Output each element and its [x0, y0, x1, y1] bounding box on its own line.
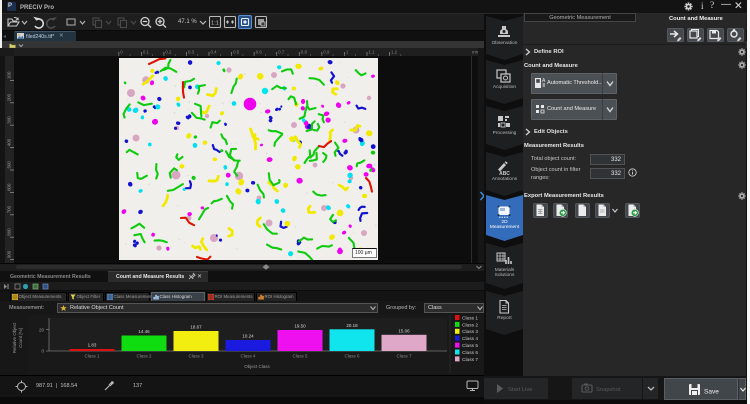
svg-text:900: 900 [7, 250, 12, 258]
svg-text:14.46: 14.46 [138, 329, 150, 334]
svg-text:100: 100 [7, 71, 12, 79]
svg-text:15.06: 15.06 [398, 328, 410, 333]
svg-text:Class 4: Class 4 [462, 336, 478, 342]
svg-text:A: A [542, 78, 546, 84]
svg-text:700: 700 [7, 205, 12, 213]
svg-text:Class 3: Class 3 [188, 354, 204, 359]
svg-text:Class 5: Class 5 [462, 343, 478, 349]
svg-text:Object Class: Object Class [244, 364, 270, 369]
svg-text:20.18: 20.18 [346, 323, 358, 328]
svg-text:18.67: 18.67 [190, 325, 202, 330]
svg-text:Count [%]: Count [%] [18, 328, 23, 348]
svg-text:300: 300 [7, 116, 12, 124]
svg-text:10.24: 10.24 [242, 334, 254, 339]
svg-text:500: 500 [7, 161, 12, 169]
svg-text:Class 6: Class 6 [344, 354, 360, 359]
svg-text:Class 5: Class 5 [292, 354, 308, 359]
svg-text:0.6: 0.6 [256, 50, 263, 55]
svg-text:Snapshot: Snapshot [596, 387, 621, 393]
svg-text:19.50: 19.50 [294, 324, 306, 329]
svg-text:1.83: 1.83 [88, 343, 97, 348]
svg-text:0.8: 0.8 [301, 50, 308, 55]
svg-text:1.2: 1.2 [391, 50, 398, 55]
svg-text:800: 800 [7, 228, 12, 236]
svg-text:400: 400 [7, 138, 12, 146]
svg-text:20: 20 [39, 328, 45, 333]
svg-text:Class 7: Class 7 [462, 357, 478, 363]
svg-text:Relative Object: Relative Object [12, 322, 17, 353]
svg-text:Class 3: Class 3 [462, 329, 478, 335]
svg-text:0.3: 0.3 [188, 50, 195, 55]
svg-text:Start Live: Start Live [508, 387, 533, 393]
svg-text:Class 7: Class 7 [396, 354, 412, 359]
svg-text:0.2: 0.2 [165, 50, 172, 55]
svg-text:ABC: ABC [499, 171, 510, 175]
svg-text:600: 600 [7, 183, 12, 191]
svg-text:Class 2: Class 2 [136, 354, 152, 359]
svg-text:Class 4: Class 4 [240, 354, 256, 359]
svg-text:200: 200 [7, 93, 12, 101]
svg-text:Class 1: Class 1 [84, 354, 100, 359]
svg-text:0.4: 0.4 [211, 50, 218, 55]
svg-text:Class 6: Class 6 [462, 350, 478, 356]
svg-text:0.9: 0.9 [323, 50, 330, 55]
svg-text:1.1: 1.1 [369, 50, 376, 55]
svg-text:Class 1: Class 1 [462, 315, 478, 321]
svg-text:Save: Save [704, 389, 719, 396]
svg-text:0.5: 0.5 [233, 50, 240, 55]
svg-text:0.7: 0.7 [278, 50, 285, 55]
svg-text:Class 2: Class 2 [462, 322, 478, 328]
svg-text:0.1: 0.1 [143, 50, 150, 55]
svg-text:1:1: 1:1 [211, 21, 219, 27]
